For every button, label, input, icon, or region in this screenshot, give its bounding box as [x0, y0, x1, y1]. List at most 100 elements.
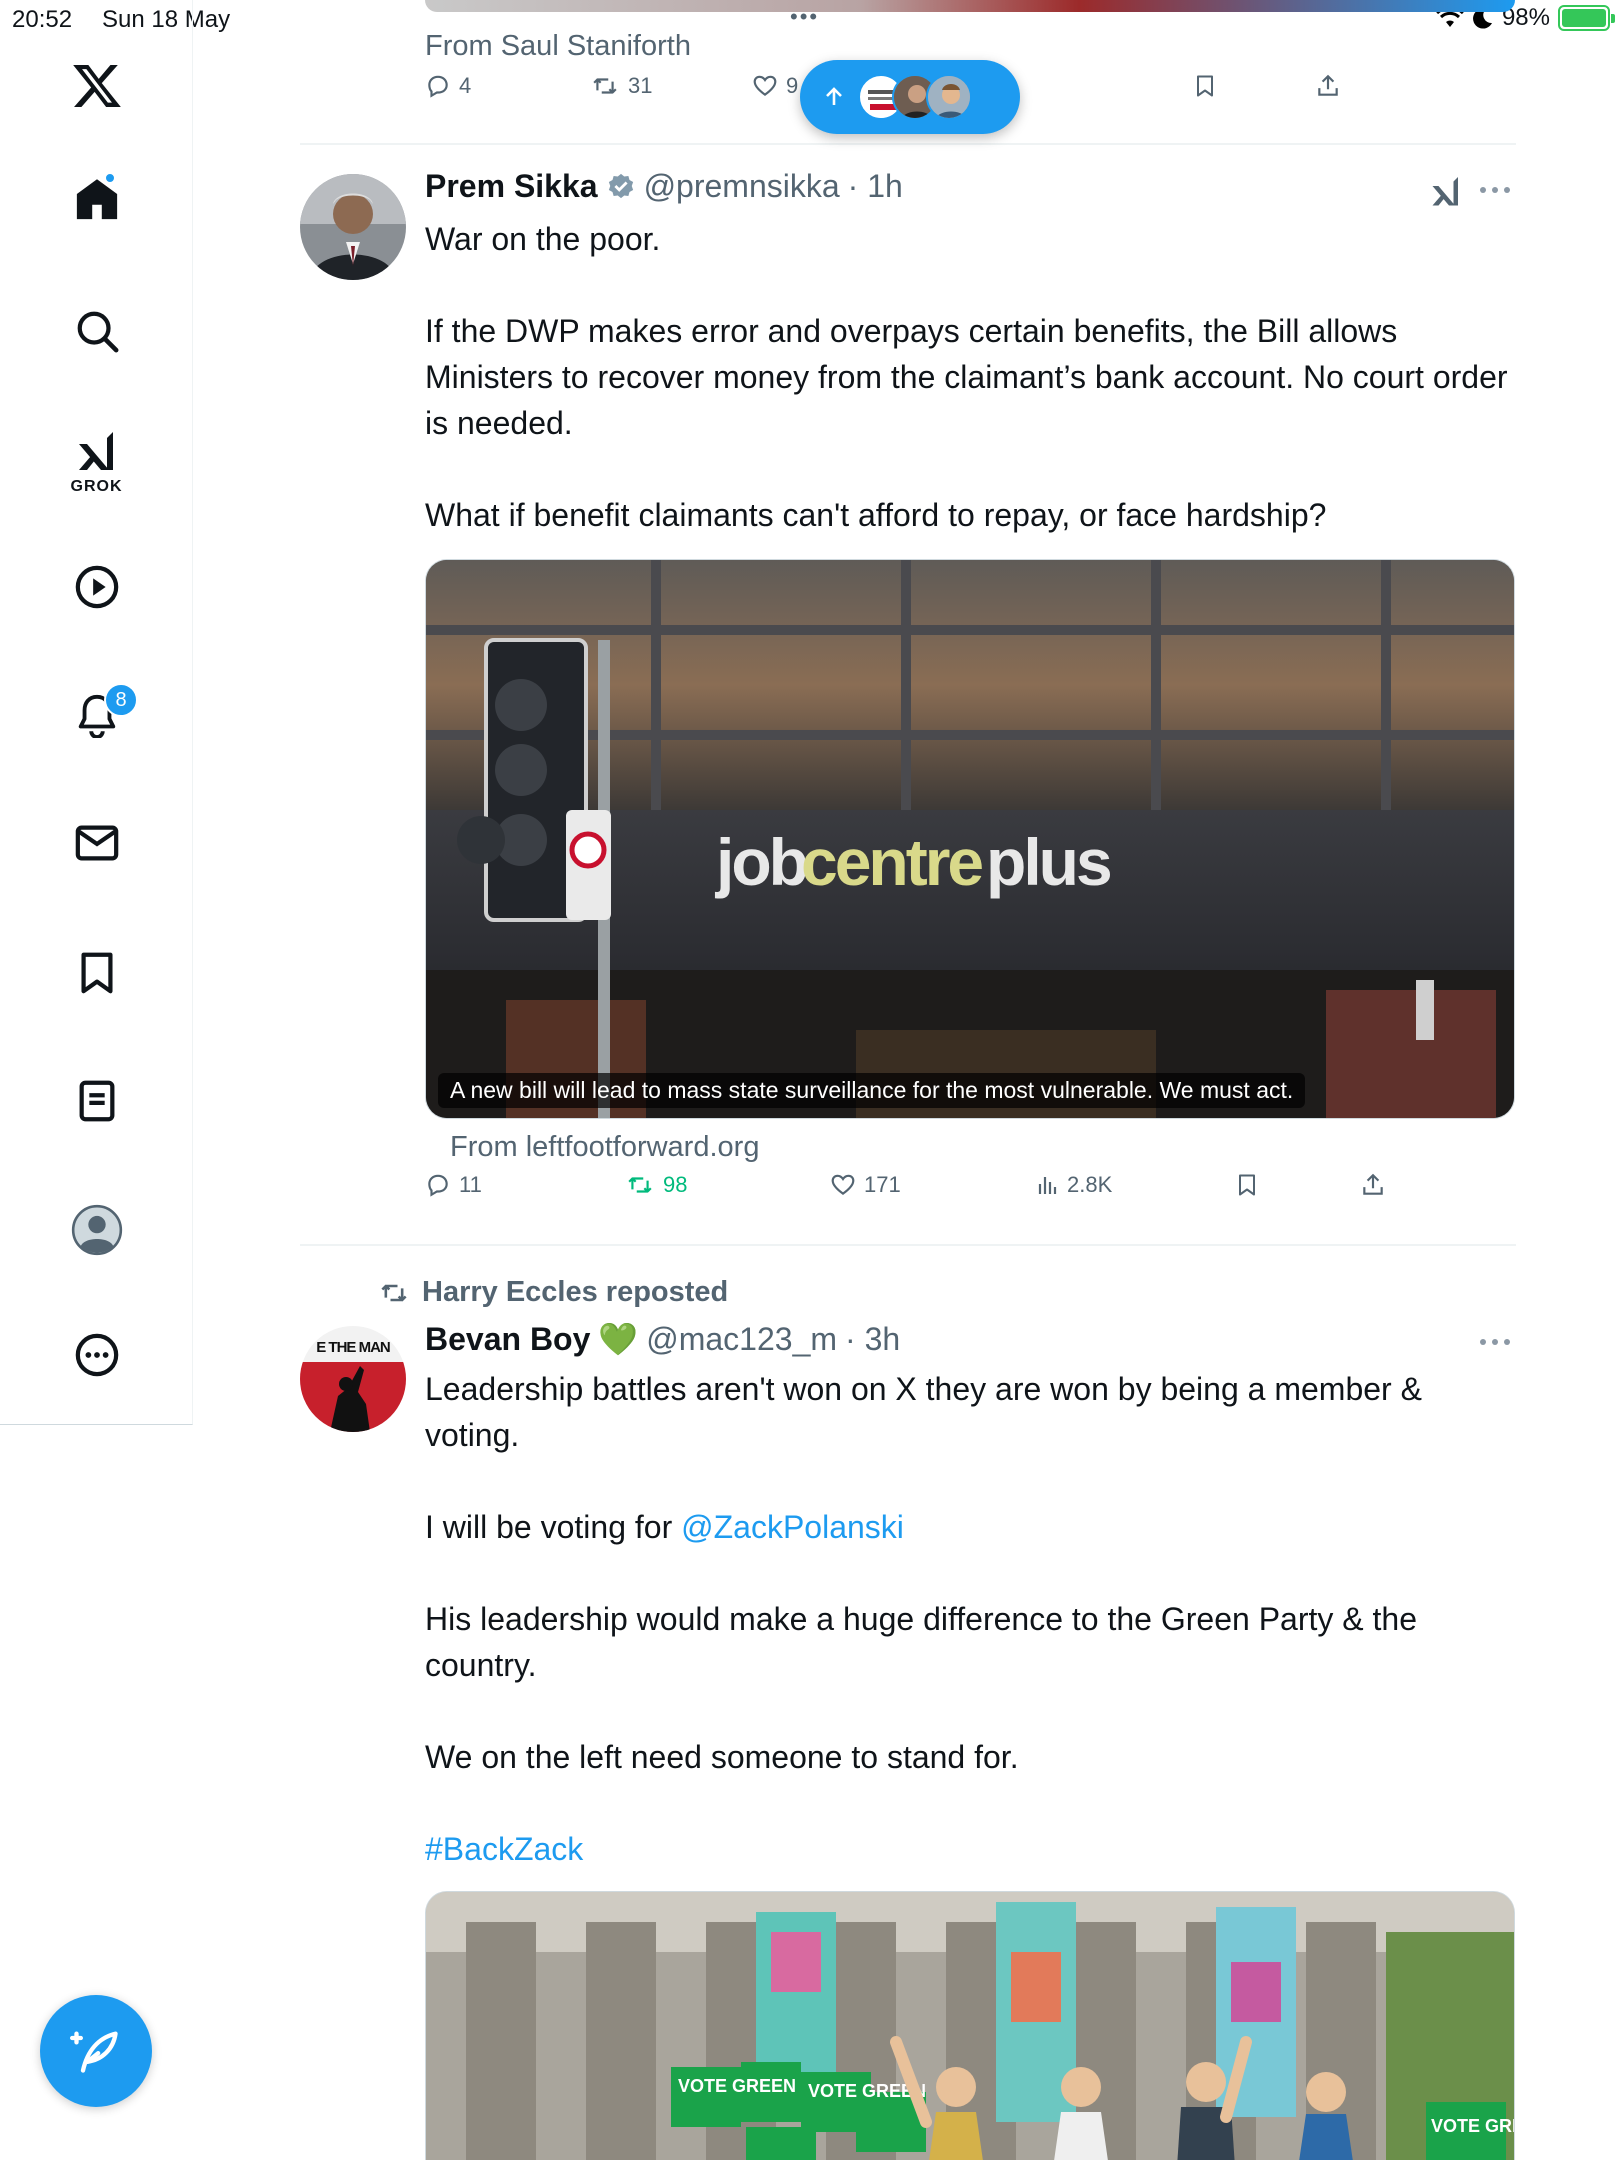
repost-count: 98: [663, 1172, 688, 1197]
repost-button[interactable]: 98: [625, 1172, 687, 1198]
mention-link[interactable]: @ZackPolanski: [681, 1509, 904, 1545]
bookmark-icon: [1239, 1174, 1255, 1196]
share-icon: [1363, 1173, 1383, 1195]
jobcentre-plus-photo: job centre plus: [426, 560, 1514, 1118]
share-button[interactable]: [1315, 73, 1341, 99]
post-image[interactable]: VOTE GREEN VOTE GREEN VOTE GREEN: [425, 1891, 1515, 2160]
new-posts-pill[interactable]: [800, 60, 1020, 134]
verified-badge-icon: [608, 173, 633, 198]
avatar[interactable]: [300, 174, 406, 280]
hashtag-link[interactable]: #BackZack: [425, 1826, 1515, 1872]
green-party-rally-photo: VOTE GREEN VOTE GREEN VOTE GREEN: [426, 1892, 1515, 2160]
like-button[interactable]: 171: [830, 1172, 901, 1198]
sidebar-item-grok[interactable]: [0, 428, 193, 476]
post-time[interactable]: · 3h: [845, 1321, 900, 1358]
sidebar-item-notifications[interactable]: [0, 692, 193, 738]
heart-icon: [831, 1174, 855, 1195]
repost-context[interactable]: Harry Eccles reposted: [378, 1276, 728, 1309]
x-logo[interactable]: [0, 60, 193, 112]
bookmark-button[interactable]: [1235, 1172, 1259, 1198]
post-text: Leadership battles aren't won on X they …: [425, 1366, 1515, 1918]
bevan-boy-avatar-image: E THE MAN: [300, 1326, 406, 1432]
more-options-icon[interactable]: [1478, 1332, 1512, 1352]
new-posts-avatars: [858, 74, 972, 120]
repost-button[interactable]: 31: [590, 73, 652, 99]
sign-text-plus: plus: [986, 825, 1110, 899]
x-logo-icon: [72, 64, 121, 108]
sidebar-item-profile[interactable]: [0, 1204, 193, 1256]
author-name[interactable]: Bevan Boy: [425, 1321, 590, 1358]
post-paragraph: War on the poor.: [425, 221, 661, 257]
avatar-text: E THE MAN: [316, 1339, 390, 1356]
article-icon: [79, 1080, 114, 1122]
battery-icon: [1558, 5, 1615, 31]
more-icon: [75, 1333, 118, 1377]
sign-text-centre: centre: [801, 825, 982, 899]
sidebar-item-videos[interactable]: [0, 564, 193, 610]
reply-button[interactable]: 4: [425, 73, 471, 99]
post-paragraph: What if benefit claimants can't afford t…: [425, 497, 1327, 533]
author-handle[interactable]: @premnsikka: [644, 168, 840, 205]
post-paragraph: We on the left need someone to stand for…: [425, 1739, 1019, 1775]
play-icon: [75, 565, 118, 609]
heart-icon: [753, 75, 777, 96]
arrow-up-icon: [826, 87, 842, 105]
grok-explain-icon[interactable]: [1428, 174, 1464, 210]
more-options-icon[interactable]: [1478, 180, 1512, 200]
repost-icon: [593, 78, 617, 94]
bookmark-icon: [1197, 75, 1213, 97]
reply-icon: [428, 1174, 448, 1197]
sign-text-job: job: [714, 825, 807, 899]
reply-count: 4: [459, 73, 472, 98]
card-source[interactable]: From leftfootforward.org: [450, 1131, 759, 1164]
prem-sikka-avatar-image: [300, 174, 406, 280]
author-handle[interactable]: @mac123_m: [646, 1321, 837, 1358]
sidebar-item-explore[interactable]: [0, 308, 193, 354]
post-header: Prem Sikka @premnsikka · 1h: [425, 168, 903, 205]
repost-icon: [628, 1177, 652, 1193]
sidebar-item-bookmarks[interactable]: [0, 950, 193, 996]
sidebar-item-messages[interactable]: [0, 820, 193, 866]
compose-post-button[interactable]: [40, 1995, 152, 2107]
post-text: War on the poor. If the DWP makes error …: [425, 216, 1515, 584]
mail-icon: [75, 825, 118, 861]
previous-post-source[interactable]: From Saul Staniforth: [425, 30, 691, 63]
notification-count-badge: 8: [104, 683, 138, 717]
reposted-by: Harry Eccles reposted: [422, 1276, 729, 1308]
like-count: 171: [864, 1172, 901, 1197]
link-card-image[interactable]: job centre plus A new bill will lead to …: [425, 559, 1515, 1119]
post-time[interactable]: · 1h: [848, 168, 903, 205]
sidebar-item-home[interactable]: [0, 176, 193, 222]
green-heart-emoji: 💚: [598, 1321, 639, 1357]
repost-icon: [381, 1284, 407, 1301]
post-text-fragment: I will be voting for: [425, 1509, 682, 1545]
reply-button[interactable]: 11: [425, 1172, 482, 1198]
grok-label: GROK: [70, 478, 123, 495]
avatar: [926, 74, 972, 120]
bookmark-button[interactable]: [1193, 73, 1217, 99]
placard-text: VOTE GREEN: [1431, 2116, 1515, 2136]
views-count: 2.8K: [1067, 1172, 1113, 1197]
previous-post-media-edge: [425, 0, 1515, 12]
like-count: 9: [786, 73, 799, 98]
post-paragraph: His leadership would make a huge differe…: [425, 1601, 1417, 1683]
post-paragraph: If the DWP makes error and overpays cert…: [425, 313, 1508, 441]
post-paragraph: Leadership battles aren't won on X they …: [425, 1371, 1422, 1453]
post-header: Bevan Boy 💚 @mac123_m · 3h: [425, 1320, 900, 1358]
grok-icon: [78, 432, 113, 470]
search-icon: [77, 311, 118, 353]
views-button[interactable]: 2.8K: [1035, 1172, 1112, 1198]
like-button[interactable]: 9: [752, 73, 798, 99]
sidebar-item-articles[interactable]: [0, 1078, 193, 1124]
bookmark-icon: [80, 952, 113, 994]
reply-icon: [428, 75, 448, 98]
profile-icon: [71, 1204, 122, 1256]
reply-count: 11: [459, 1172, 482, 1197]
post-divider: [300, 143, 1516, 145]
repost-count: 31: [628, 73, 653, 98]
sidebar-item-more[interactable]: [0, 1332, 193, 1378]
avatar[interactable]: E THE MAN: [300, 1326, 406, 1432]
author-name[interactable]: Prem Sikka: [425, 168, 598, 205]
post-paragraph: I will be voting for @ZackPolanski: [425, 1504, 1515, 1550]
share-button[interactable]: [1360, 1172, 1386, 1198]
